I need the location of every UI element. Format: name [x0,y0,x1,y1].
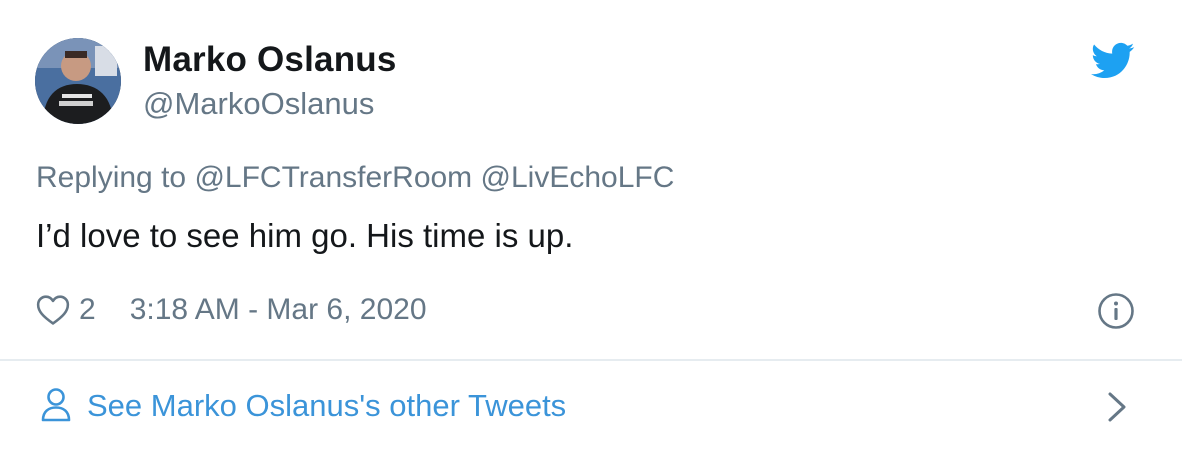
replying-prefix: Replying to [36,161,187,194]
tweet-card: Marko Oslanus @MarkoOslanus Replying to … [0,0,1182,450]
twitter-bird-icon[interactable] [1091,42,1135,80]
author-handle[interactable]: @MarkoOslanus [143,86,374,122]
replying-to-line: Replying to @LFCTransferRoom @LivEchoLFC [36,161,674,195]
tweet-actions: 2 3:18 AM - Mar 6, 2020 [36,291,427,329]
like-button[interactable]: 2 [36,293,96,327]
avatar[interactable] [35,38,121,124]
person-icon [41,388,71,422]
see-other-tweets-label: See Marko Oslanus's other Tweets [87,388,567,423]
info-icon[interactable] [1097,292,1135,330]
mention-link[interactable]: @LivEchoLFC [481,161,675,194]
author-display-name[interactable]: Marko Oslanus [143,40,397,80]
like-count: 2 [79,293,96,326]
chevron-right-icon [1108,392,1126,422]
tweet-text: I’d love to see him go. His time is up. [36,217,574,254]
avatar-image [35,38,121,124]
mention-link[interactable]: @LFCTransferRoom [194,161,472,194]
see-other-tweets-link[interactable]: See Marko Oslanus's other Tweets [0,362,1182,450]
divider [0,359,1182,361]
heart-icon [36,295,70,325]
tweet-timestamp[interactable]: 3:18 AM - Mar 6, 2020 [130,293,427,327]
